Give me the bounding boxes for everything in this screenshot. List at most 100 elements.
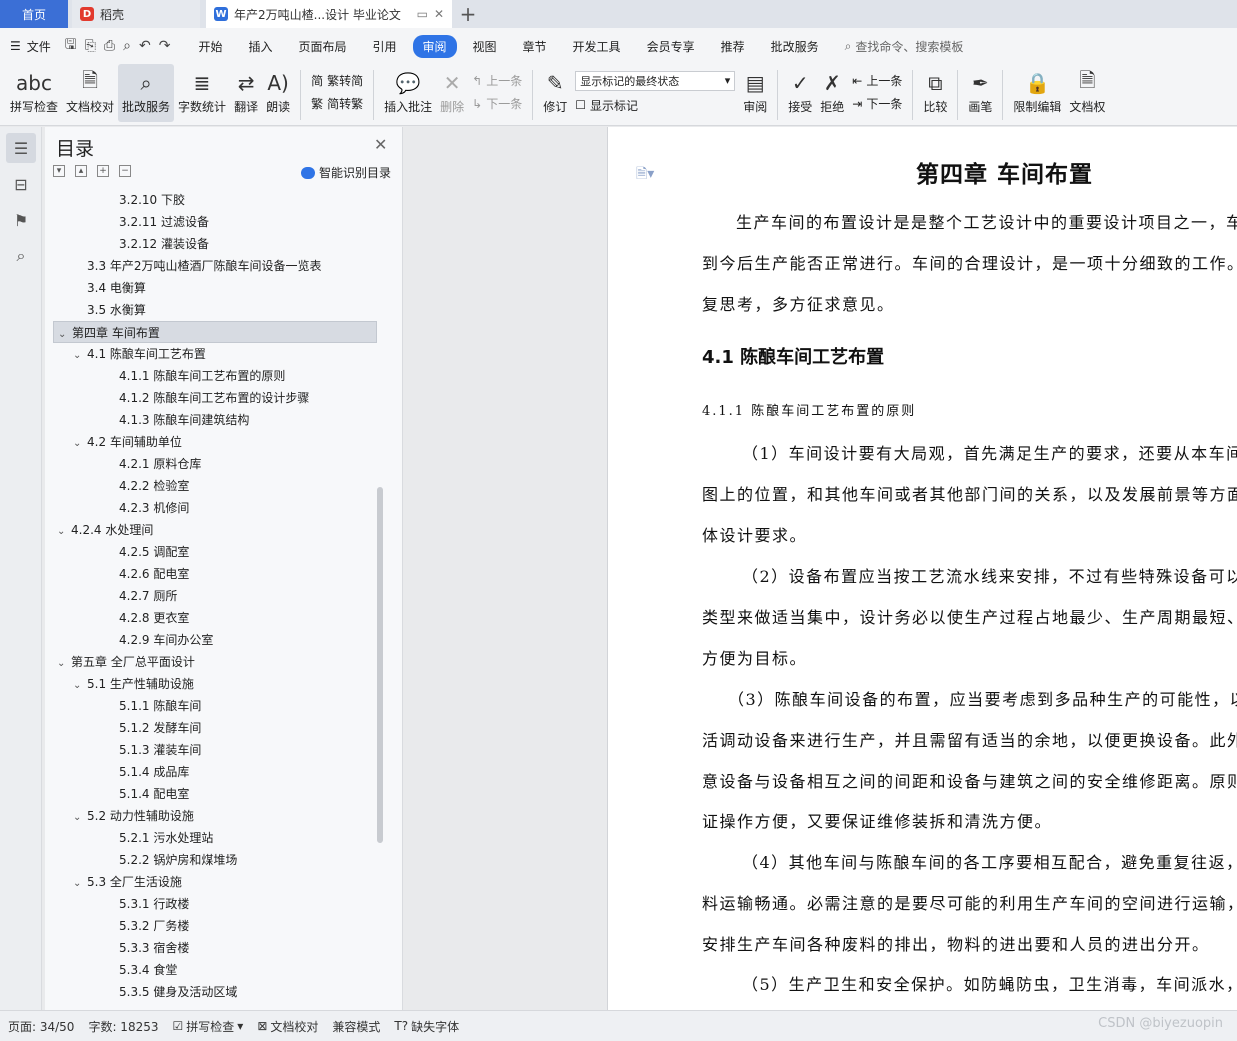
menu-developer[interactable]: 开发工具	[563, 35, 631, 58]
menu-member[interactable]: 会员专享	[637, 35, 705, 58]
chevron-down-icon[interactable]: ⌄	[73, 807, 87, 829]
chevron-down-icon[interactable]: ⌄	[73, 873, 87, 895]
menu-insert[interactable]: 插入	[238, 35, 282, 58]
preview-icon[interactable]: ⌕	[123, 38, 131, 54]
chevron-down-icon[interactable]: ⌄	[57, 653, 71, 675]
revise-button[interactable]: ✎ 修订	[539, 64, 571, 122]
chevron-down-icon[interactable]: ⌄	[73, 345, 87, 367]
document-page[interactable]: 🗎▾ 第四章 车间布置 4.1 陈酿车间工艺布置 4.1.1 陈酿车间工艺布置的…	[607, 127, 1237, 1010]
chevron-down-icon[interactable]: ⌄	[57, 521, 71, 543]
tab-home[interactable]: 首页	[0, 0, 68, 28]
save-icon[interactable]: 🖫	[65, 34, 77, 58]
toc-item[interactable]: 5.3.3 宿舍楼	[53, 937, 189, 959]
grading-button[interactable]: ⌕ 批改服务	[118, 64, 175, 122]
search-icon[interactable]: ⌕	[6, 241, 36, 271]
compare-button[interactable]: ⧉ 比较	[919, 64, 951, 122]
menu-page-layout[interactable]: 页面布局	[288, 35, 356, 58]
toc-item[interactable]: ⌄ 5.1 生产性辅助设施	[53, 673, 194, 695]
page-counter[interactable]: 页面: 34/50	[8, 1018, 74, 1035]
tab-close-icon[interactable]: ✕	[434, 7, 444, 21]
read-aloud-button[interactable]: A) 朗读	[262, 64, 294, 122]
toc-item[interactable]: 5.3.2 厂务楼	[53, 915, 189, 937]
menu-section[interactable]: 章节	[513, 35, 557, 58]
accept-button[interactable]: ✓ 接受	[784, 64, 816, 122]
new-tab-button[interactable]: +	[452, 0, 484, 28]
toc-item[interactable]: 3.2.11 过滤设备	[53, 211, 209, 233]
close-icon[interactable]: ✕	[374, 135, 387, 154]
toc-item[interactable]: 5.3.4 食堂	[53, 959, 177, 981]
tab-window-icon[interactable]: ▭	[417, 7, 428, 21]
translate-button[interactable]: ⇄ 翻译	[230, 64, 262, 122]
trad-to-simp-button[interactable]: 简繁转简	[311, 72, 363, 89]
toc-item[interactable]: 5.1.2 发酵车间	[53, 717, 201, 739]
next-change-button[interactable]: ⇥ 下一条	[852, 95, 902, 112]
menu-grading[interactable]: 批改服务	[761, 35, 829, 58]
toc-item[interactable]: 4.2.7 厕所	[53, 585, 177, 607]
toc-item[interactable]: 3.2.10 下胶	[53, 189, 185, 211]
toc-item[interactable]: ⌄ 第五章 全厂总平面设计	[53, 651, 195, 673]
chevron-down-icon[interactable]: ⌄	[73, 675, 87, 697]
toc-item[interactable]: 5.2.2 锅炉房和煤堆场	[53, 849, 237, 871]
command-search[interactable]: ⌕ 查找命令、搜索模板	[845, 38, 964, 55]
toc-item[interactable]: 5.3.5 健身及活动区域	[53, 981, 237, 1003]
menu-references[interactable]: 引用	[362, 35, 406, 58]
print-icon[interactable]: ⎙	[104, 38, 115, 54]
toc-item[interactable]: 5.3.1 行政楼	[53, 893, 189, 915]
smart-toc-button[interactable]: 智能识别目录	[301, 164, 391, 181]
prev-comment-button[interactable]: ↰ 上一条	[472, 72, 522, 89]
menu-view[interactable]: 视图	[463, 35, 507, 58]
missing-font[interactable]: T? 缺失字体	[394, 1018, 459, 1035]
toc-item[interactable]: 4.1.3 陈酿车间建筑结构	[53, 409, 249, 431]
toc-item[interactable]: 4.2.1 原料仓库	[53, 453, 201, 475]
word-count-button[interactable]: ≣ 字数统计	[174, 64, 230, 122]
insert-comment-button[interactable]: 💬 插入批注	[380, 64, 436, 122]
menu-start[interactable]: 开始	[188, 35, 232, 58]
markup-state-select[interactable]: 显示标记的最终状态 ▾	[575, 70, 736, 91]
bookmark-icon[interactable]: ⚑	[6, 205, 36, 235]
expand-icon[interactable]: +	[97, 165, 109, 177]
toc-item[interactable]: 4.2.5 调配室	[53, 541, 189, 563]
doc-proof-button[interactable]: 🗎 文档校对	[62, 64, 118, 122]
file-menu[interactable]: ☰ 文件	[10, 38, 51, 55]
toc-item[interactable]: 5.1.4 成品库	[53, 761, 189, 783]
toc-item[interactable]: ⌄ 4.2 车间辅助单位	[53, 431, 182, 453]
toc-item[interactable]: 3.5 水衡算	[53, 299, 146, 321]
page-menu-icon[interactable]: 🗎▾	[636, 163, 654, 187]
spell-check-button[interactable]: abc 拼写检查	[6, 64, 62, 122]
tab-daoke[interactable]: D 稻壳	[72, 0, 200, 28]
toc-item[interactable]: 4.1.2 陈酿车间工艺布置的设计步骤	[53, 387, 309, 409]
toc-item[interactable]: ⌄ 4.1 陈酿车间工艺布置	[53, 343, 206, 365]
toc-item[interactable]: 4.2.6 配电室	[53, 563, 189, 585]
review-pane-button[interactable]: ▤ 审阅	[739, 64, 771, 122]
toc-item[interactable]: 4.2.9 车间办公室	[53, 629, 213, 651]
next-comment-button[interactable]: ↳ 下一条	[472, 95, 522, 112]
doc-permission-button[interactable]: 🗎 文档权	[1065, 64, 1109, 122]
toc-item[interactable]: 5.1.1 陈酿车间	[53, 695, 201, 717]
status-doc-proof[interactable]: ⊠ 文档校对	[257, 1018, 318, 1035]
reject-button[interactable]: ✗ 拒绝	[816, 64, 848, 122]
toc-item[interactable]: 5.1.4 配电室	[53, 783, 189, 805]
word-count[interactable]: 字数: 18253	[88, 1018, 158, 1035]
toc-item[interactable]: ⌄ 5.2 动力性辅助设施	[53, 805, 194, 827]
delete-comment-button[interactable]: ✕ 删除	[436, 64, 468, 122]
menu-recommend[interactable]: 推荐	[711, 35, 755, 58]
status-spell-check[interactable]: ☑ 拼写检查 ▾	[173, 1018, 244, 1035]
toc-item[interactable]: 3.4 电衡算	[53, 277, 146, 299]
toc-item[interactable]: ⌄ 4.2.4 水处理间	[53, 519, 153, 541]
collapse-up-icon[interactable]: ▴	[75, 165, 87, 177]
export-icon[interactable]: ⎘	[85, 38, 96, 54]
collapse-down-icon[interactable]: ▾	[53, 165, 65, 177]
chapter-nav-icon[interactable]: ⊟	[6, 169, 36, 199]
toc-item[interactable]: ⌄ 5.3 全厂生活设施	[53, 871, 182, 893]
toc-item[interactable]: 5.2.1 污水处理站	[53, 827, 213, 849]
undo-icon[interactable]: ↶	[139, 38, 151, 54]
toc-item[interactable]: 5.1.3 灌装车间	[53, 739, 201, 761]
toc-scrollbar[interactable]	[377, 487, 383, 843]
pen-button[interactable]: ✒ 画笔	[964, 64, 996, 122]
prev-change-button[interactable]: ⇤ 上一条	[852, 72, 902, 89]
toc-item[interactable]: 4.2.3 机修间	[53, 497, 189, 519]
restrict-edit-button[interactable]: 🔒 限制编辑	[1009, 64, 1065, 122]
redo-icon[interactable]: ↷	[159, 38, 171, 54]
chevron-down-icon[interactable]: ⌄	[73, 433, 87, 455]
menu-review[interactable]: 审阅	[412, 34, 457, 58]
